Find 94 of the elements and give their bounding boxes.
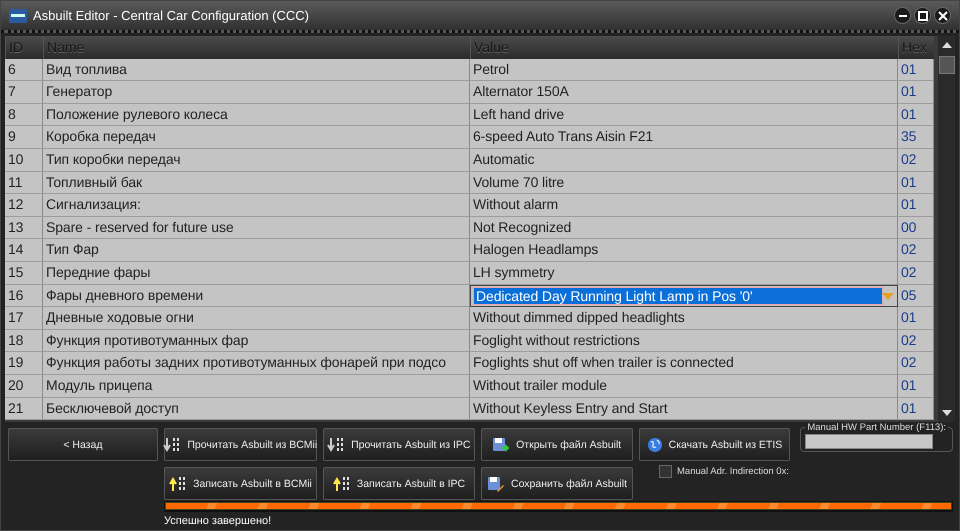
table-cell: LH symmetry [470,262,898,285]
table-cell: 05 [898,284,934,308]
table-cell: 02 [898,352,934,375]
checkbox[interactable] [659,465,672,478]
window-title: Asbuilt Editor - Central Car Configuration (CCC) [33,8,309,23]
part-number-label: Manual HW Part Number (F113): [806,422,948,433]
table-cell: Petrol [470,58,898,82]
table-cell: 01 [898,104,934,126]
floppy-arrow-icon [492,436,510,452]
toolbar-button[interactable]: Прочитать Asbuilt из IPC [322,428,475,461]
scrollbar[interactable] [938,36,955,422]
table-cell: Передние фары [43,262,470,285]
table-cell: Volume 70 litre [470,172,898,194]
table-cell: Halogen Headlamps [470,239,898,262]
table-cell: 12 [5,194,43,217]
table-cell: 20 [5,374,43,398]
toolbar-button[interactable]: Сохранить файл Asbuilt [481,467,633,500]
table-cell: Фары дневного времени [43,284,470,308]
table-cell: Left hand drive [470,104,898,126]
table-cell: 01 [898,194,934,217]
table-cell: 01 [898,81,934,104]
table-cell: 13 [5,216,43,240]
toolbar-button[interactable]: Записать Asbuilt в IPC [323,467,475,500]
table-cell: 8 [5,104,43,126]
table-cell: Коробка передач [43,126,470,149]
table-cell: Without trailer module [470,374,898,398]
down-arrow-bits-icon [163,436,182,452]
table-cell: Функция противотуманных фар [43,330,470,352]
table-cell: 18 [5,330,43,352]
checkbox-label: Manual Adr. Indirection 0x: [677,466,789,477]
table-cell: 7 [5,81,43,104]
dropdown-arrow-icon [882,290,894,301]
table-cell: 02 [898,262,934,285]
minimize-button[interactable] [894,7,911,24]
up-arrow-bits-icon [169,476,188,492]
table-cell: Without dimmed dipped headlights [470,307,898,330]
close-button[interactable] [934,7,951,24]
table-cell: Without Keyless Entry and Start [470,398,898,420]
down-arrow-bits-icon [327,436,346,452]
table-cell: Spare - reserved for future use [43,216,470,240]
maximize-button[interactable] [914,7,931,24]
table-cell: 19 [5,352,43,375]
table-cell: Дневные ходовые огни [43,307,470,330]
table-cell: Топливный бак [43,172,470,194]
table-cell: Тип Фар [43,239,470,262]
scroll-thumb[interactable] [938,56,954,74]
table-cell: Вид топлива [43,58,470,82]
table-cell: 17 [5,307,43,330]
table-cell: Alternator 150A [470,81,898,104]
table-cell: 9 [5,126,43,149]
value-dropdown[interactable]: Dedicated Day Running Light Lamp in Pos '0' [470,284,898,308]
table-cell: 01 [898,374,934,398]
table-cell: 14 [5,239,43,262]
table-cell: Foglight without restrictions [470,330,898,352]
table-cell: Модуль прицепа [43,374,470,398]
table-cell: Генератор [43,81,470,104]
table-cell: 6-speed Auto Trans Aisin F21 [470,126,898,149]
table-cell: 00 [898,216,934,240]
table-cell: Not Recognized [470,216,898,240]
app-icon [9,8,27,22]
table-cell: 01 [898,58,934,82]
up-arrow-bits-icon [332,476,351,492]
table-cell: Бесключевой доступ [43,398,470,420]
table-cell: 01 [898,307,934,330]
part-number-field[interactable] [805,434,934,449]
table-cell: 6 [5,58,43,82]
close-icon [938,10,948,20]
table-cell: 01 [898,172,934,194]
table-cell: Функция работы задних противотуманных фонарей при подсо [43,352,470,375]
table-cell: Сигнализация: [43,194,470,217]
toolbar-button[interactable]: < Назад [8,428,158,461]
table-cell: Without alarm [470,194,898,217]
table-cell: Положение рулевого колеса [43,104,470,126]
toolbar-button[interactable]: Скачать Asbuilt из ETIS [638,428,790,461]
table-cell: 11 [5,172,43,194]
floppy-pencil-icon [487,476,505,492]
toolbar-button[interactable]: Прочитать Asbuilt из BCMii [164,428,317,461]
table-cell: 02 [898,239,934,262]
table-cell: Тип коробки передач [43,148,470,172]
table-cell: 35 [898,126,934,149]
table-cell: 01 [898,398,934,420]
table-cell: 10 [5,148,43,172]
table-cell: 02 [898,330,934,352]
table-cell: 21 [5,398,43,420]
maximize-icon [918,10,928,20]
table-cell: Foglights shut off when trailer is connected [470,352,898,375]
status-text: Успешно завершено! [164,515,272,527]
table-cell: 16 [5,284,43,308]
table-cell: 02 [898,148,934,172]
table-cell: 15 [5,262,43,285]
toolbar-button[interactable]: Открыть файл Asbuilt [480,428,633,461]
table-cell: Automatic [470,148,898,172]
toolbar-button[interactable]: Записать Asbuilt в BCMii [164,467,317,500]
globe-icon [646,436,663,452]
